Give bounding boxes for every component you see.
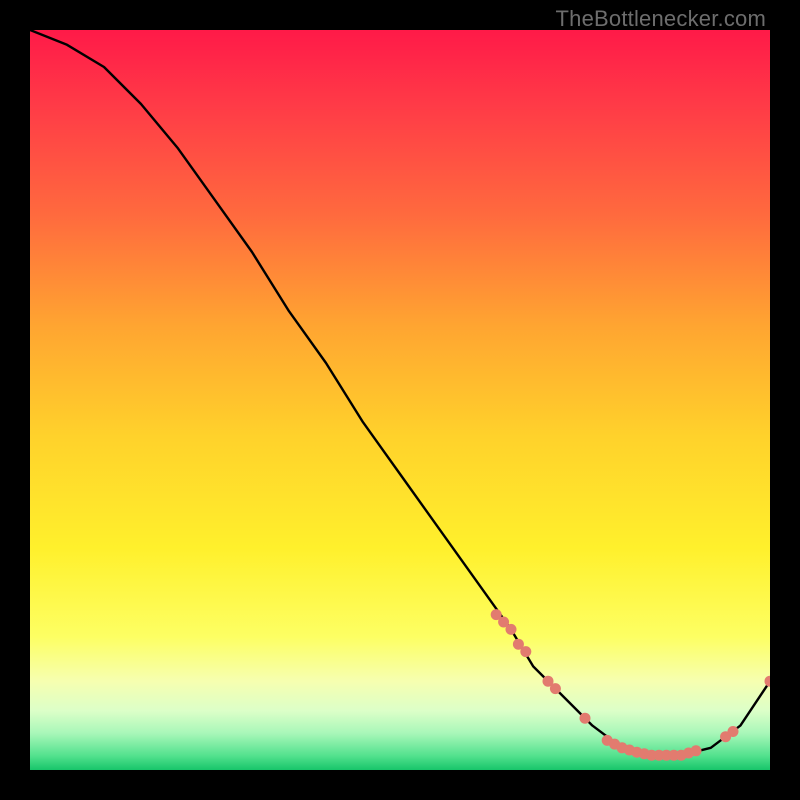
- marker-dot: [520, 646, 531, 657]
- marker-dot: [728, 726, 739, 737]
- plot-area: [30, 30, 770, 770]
- attribution-text: TheBottlenecker.com: [556, 6, 766, 32]
- marker-dot: [550, 683, 561, 694]
- marker-group: [491, 609, 770, 761]
- curve-svg: [30, 30, 770, 770]
- bottleneck-curve: [30, 30, 770, 755]
- marker-dot: [506, 624, 517, 635]
- chart-frame: TheBottlenecker.com: [0, 0, 800, 800]
- marker-dot: [765, 676, 771, 687]
- marker-dot: [580, 713, 591, 724]
- marker-dot: [691, 745, 702, 756]
